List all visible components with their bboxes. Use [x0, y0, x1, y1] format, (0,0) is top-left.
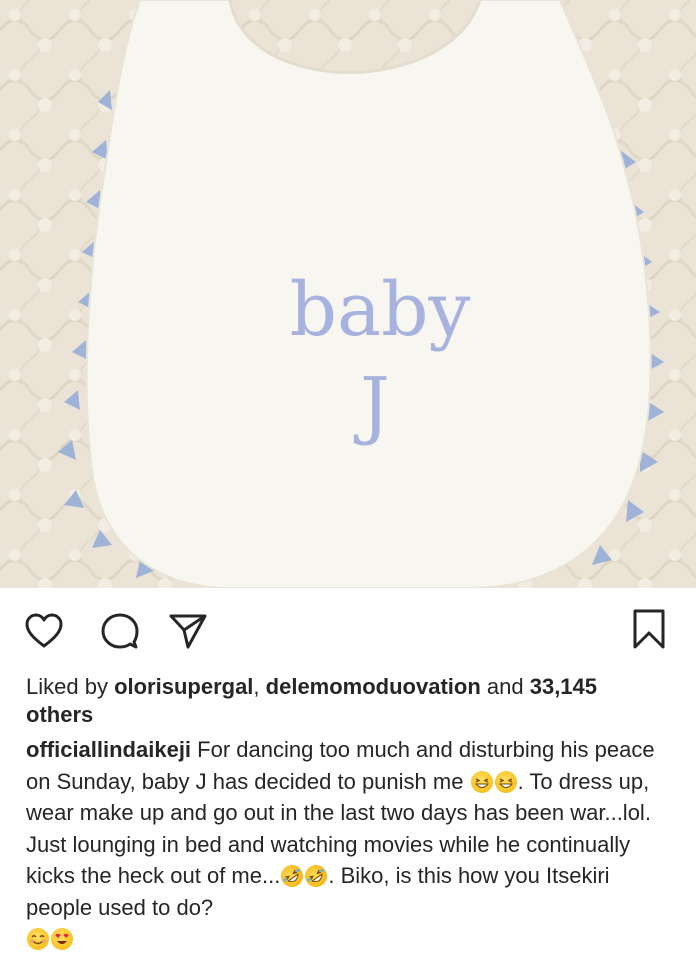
comment-icon: [101, 613, 139, 649]
share-button[interactable]: [164, 607, 212, 655]
liker-username-1[interactable]: olorisupergal: [114, 674, 253, 699]
likes-others: others: [26, 702, 94, 727]
bib-photo: baby J: [0, 0, 696, 588]
save-button[interactable]: [625, 605, 673, 653]
heart-icon: [25, 613, 63, 648]
send-icon: [169, 614, 207, 649]
likes-and: and: [480, 674, 530, 699]
likes-separator: ,: [253, 674, 266, 699]
post-caption: officiallindaikeji For dancing too much …: [26, 734, 670, 955]
liker-username-2[interactable]: delemomoduovation: [266, 674, 481, 699]
embroidery-line1: baby: [290, 267, 471, 353]
smiling-face-icon: [27, 928, 49, 950]
post-image[interactable]: baby J: [0, 0, 696, 588]
action-bar: [0, 588, 696, 660]
heart-eyes-face-icon: [51, 928, 73, 950]
like-button[interactable]: [20, 607, 68, 655]
caption-username[interactable]: officiallindaikeji: [26, 737, 191, 762]
bookmark-icon: [633, 609, 665, 649]
likes-line: Liked by olorisupergal, delemomoduovatio…: [26, 673, 666, 729]
comment-button[interactable]: [96, 607, 144, 655]
likes-count: 33,145: [529, 674, 598, 699]
grinning-squinting-face-icon: [494, 770, 517, 793]
likes-prefix: Liked by: [26, 674, 115, 699]
grinning-squinting-face-icon: [470, 770, 493, 793]
